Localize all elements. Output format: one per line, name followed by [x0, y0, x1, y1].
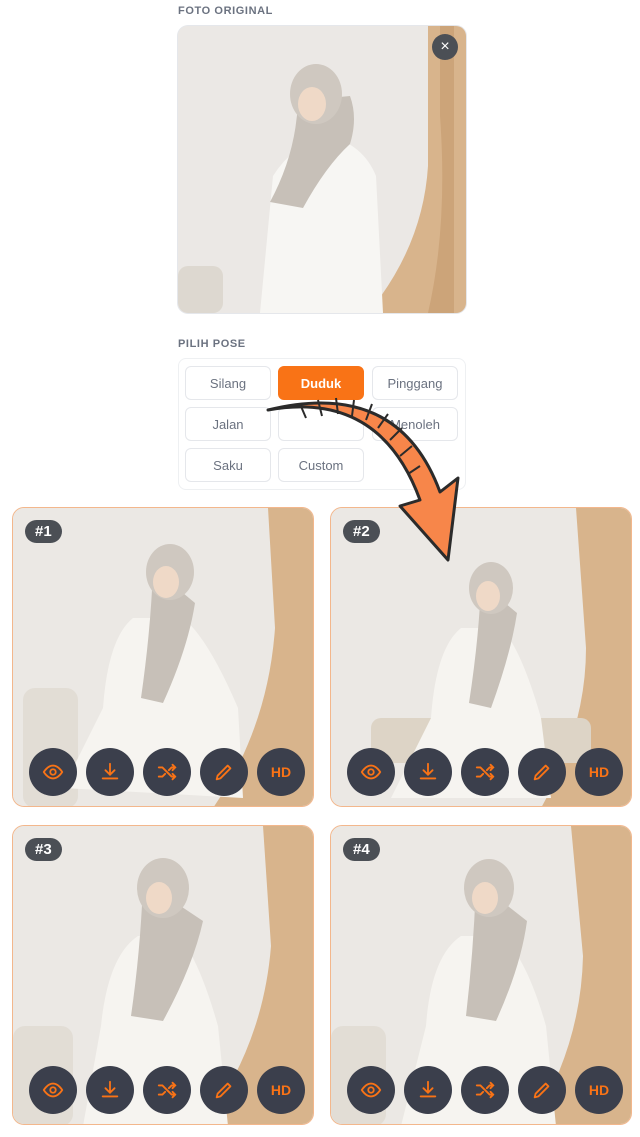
eye-icon: [360, 764, 382, 780]
hd-button[interactable]: HD: [257, 1066, 305, 1114]
result-card-1[interactable]: #1 HD: [12, 507, 314, 807]
shuffle-button[interactable]: [143, 1066, 191, 1114]
eye-icon: [42, 764, 64, 780]
pose-option-duduk[interactable]: Duduk: [278, 366, 364, 400]
hd-button[interactable]: HD: [575, 748, 623, 796]
pose-option-jalan[interactable]: Jalan: [185, 407, 271, 441]
eye-icon: [42, 1082, 64, 1098]
hd-button[interactable]: HD: [257, 748, 305, 796]
result-number-badge: #4: [343, 838, 380, 861]
result-number-badge: #1: [25, 520, 62, 543]
download-icon: [419, 762, 437, 780]
download-button[interactable]: [86, 1066, 134, 1114]
pencil-icon: [215, 1082, 232, 1099]
pose-option-silang[interactable]: Silang: [185, 366, 271, 400]
shuffle-icon: [475, 763, 495, 781]
shuffle-button[interactable]: [143, 748, 191, 796]
view-button[interactable]: [29, 748, 77, 796]
download-button[interactable]: [404, 748, 452, 796]
shuffle-icon: [157, 1081, 177, 1099]
edit-button[interactable]: [200, 748, 248, 796]
download-button[interactable]: [86, 748, 134, 796]
download-icon: [419, 1080, 437, 1098]
shuffle-icon: [475, 1081, 495, 1099]
result-number-badge: #3: [25, 838, 62, 861]
eye-icon: [360, 1082, 382, 1098]
result-card-2[interactable]: #2 HD: [330, 507, 632, 807]
pose-grid: Silang Duduk Pinggang Jalan Menoleh Saku…: [178, 358, 466, 490]
edit-button[interactable]: [518, 1066, 566, 1114]
result-actions: HD: [347, 748, 623, 796]
shuffle-icon: [157, 763, 177, 781]
download-button[interactable]: [404, 1066, 452, 1114]
shuffle-button[interactable]: [461, 748, 509, 796]
shuffle-button[interactable]: [461, 1066, 509, 1114]
view-button[interactable]: [347, 748, 395, 796]
pose-section-label: PILIH POSE: [178, 338, 246, 350]
result-number-badge: #2: [343, 520, 380, 543]
model-standing-image: [178, 26, 466, 313]
result-actions: HD: [347, 1066, 623, 1114]
hd-button[interactable]: HD: [575, 1066, 623, 1114]
pencil-icon: [533, 764, 550, 781]
pose-option-custom[interactable]: Custom: [278, 448, 364, 482]
pose-option-menoleh[interactable]: Menoleh: [372, 407, 458, 441]
close-icon: ×: [440, 38, 450, 55]
result-actions: HD: [29, 748, 305, 796]
original-photo: ×: [178, 26, 466, 313]
pencil-icon: [215, 764, 232, 781]
download-icon: [101, 1080, 119, 1098]
result-actions: HD: [29, 1066, 305, 1114]
original-photo-label: FOTO ORIGINAL: [178, 5, 273, 17]
result-card-3[interactable]: #3 HD: [12, 825, 314, 1125]
pose-option-pinggang[interactable]: Pinggang: [372, 366, 458, 400]
edit-button[interactable]: [518, 748, 566, 796]
remove-photo-button[interactable]: ×: [432, 34, 458, 60]
pose-option-hidden[interactable]: [278, 407, 364, 441]
view-button[interactable]: [29, 1066, 77, 1114]
edit-button[interactable]: [200, 1066, 248, 1114]
download-icon: [101, 762, 119, 780]
pose-option-saku[interactable]: Saku: [185, 448, 271, 482]
pencil-icon: [533, 1082, 550, 1099]
result-card-4[interactable]: #4 HD: [330, 825, 632, 1125]
view-button[interactable]: [347, 1066, 395, 1114]
